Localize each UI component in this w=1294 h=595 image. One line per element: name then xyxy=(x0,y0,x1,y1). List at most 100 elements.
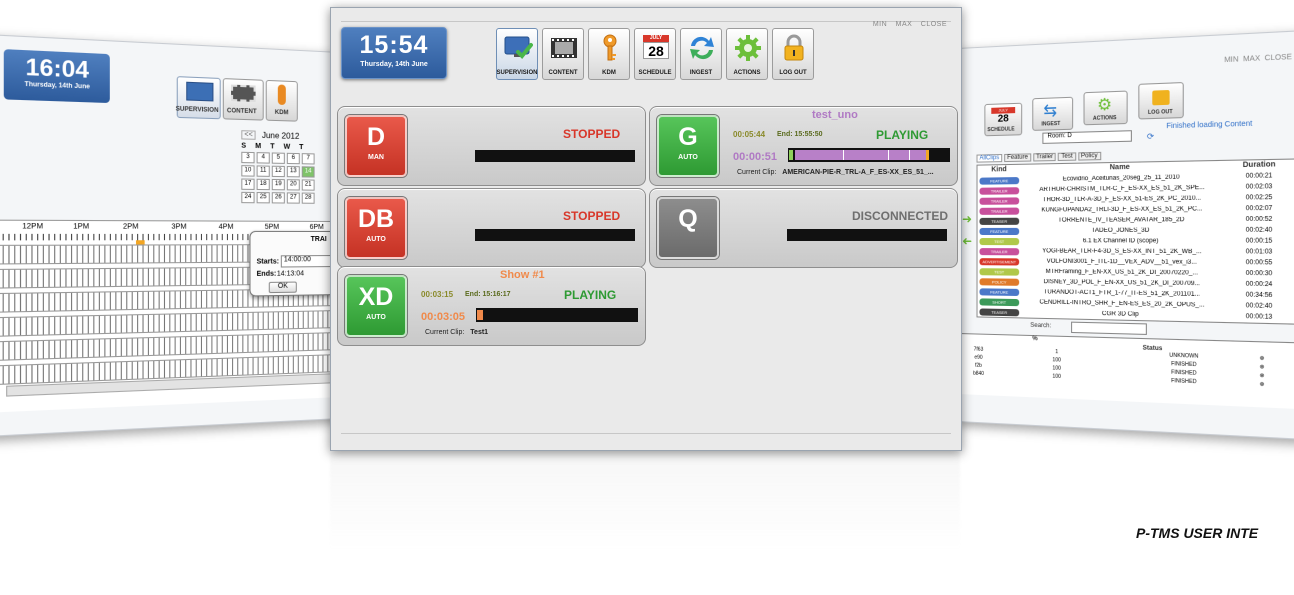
calendar-day[interactable]: 12 xyxy=(271,165,285,178)
clip-kind-badge: TEASER xyxy=(979,307,1020,316)
logout-button[interactable]: LOG OUT xyxy=(772,28,814,80)
schedule-content-label: CONTENT xyxy=(226,108,257,116)
key-icon xyxy=(595,34,623,61)
clip-row[interactable]: FEATURE TADEO_JONES_3D 00:02:40 xyxy=(979,225,1294,236)
content-ingest-label: INGEST xyxy=(1041,120,1061,128)
schedule-content-button[interactable]: CONTENT xyxy=(222,78,264,121)
clip-row[interactable]: TEASER TORRENTE_IV_TEASER_AVATAR_185_2D 00… xyxy=(979,214,1294,226)
content-tab[interactable]: Feature xyxy=(1004,153,1031,163)
schedule-screen: 16:04 Thursday, 14th June SUPERVISION CO… xyxy=(0,34,340,437)
ingest-id: b840 xyxy=(973,370,984,378)
kdm-button[interactable]: KDM xyxy=(588,28,630,80)
progress-bar xyxy=(475,150,635,162)
screen-panel-xd[interactable]: XD AUTO Show #1 00:03:15 End: 15:16:17 P… xyxy=(337,266,646,346)
calendar-day[interactable]: 21 xyxy=(301,179,315,191)
key-icon xyxy=(277,84,286,106)
ends-value: 14:13:04 xyxy=(276,270,304,278)
calendar-day[interactable]: 26 xyxy=(271,192,285,204)
playhead-marker xyxy=(926,150,929,160)
refresh-icon[interactable]: ⟳ xyxy=(1147,132,1154,142)
screen-panel-g[interactable]: G AUTO test_uno 00:05:44 End: 15:55:50 P… xyxy=(649,106,958,186)
screen-badge: Q xyxy=(657,197,719,259)
screen-mode: AUTO xyxy=(366,236,386,243)
calendar-day[interactable]: 18 xyxy=(256,178,270,191)
calendar-prev-button[interactable]: << xyxy=(241,130,256,140)
content-tab[interactable]: AllClips xyxy=(976,154,1003,163)
content-tab[interactable]: Policy xyxy=(1077,151,1101,161)
screen-badge: D MAN xyxy=(345,115,407,177)
close-button[interactable]: CLOSE xyxy=(1265,54,1292,63)
screen-badge: G AUTO xyxy=(657,115,719,177)
content-schedule-button[interactable]: JULY 28 SCHEDULE xyxy=(984,102,1023,137)
calendar-day[interactable]: 28 xyxy=(301,192,315,204)
timeline-lanes xyxy=(0,221,340,385)
calendar-day[interactable]: 5 xyxy=(271,152,285,164)
supervision-button[interactable]: SUPERVISION xyxy=(496,28,538,80)
starts-input[interactable]: 14:00:00 xyxy=(280,255,335,268)
content-button[interactable]: CONTENT xyxy=(542,28,584,80)
schedule-kdm-button[interactable]: KDM xyxy=(265,79,298,122)
min-button[interactable]: MIN xyxy=(1224,56,1238,64)
calendar-day[interactable]: 13 xyxy=(286,165,300,178)
clip-duration: 00:01:03 xyxy=(1245,249,1273,256)
screen-panel-q[interactable]: Q DISCONNECTED xyxy=(649,188,958,268)
content-logout-button[interactable]: LOG OUT xyxy=(1138,81,1184,120)
elapsed-time: 00:03:15 xyxy=(421,290,454,299)
dialog-ok-button[interactable]: OK xyxy=(268,281,297,294)
current-clip-label: Current Clip: xyxy=(737,169,777,176)
calendar-day[interactable]: 19 xyxy=(271,178,285,191)
progress-fill xyxy=(477,310,483,320)
timeline-hour-label: 12PM xyxy=(22,222,44,231)
screen-panel-d[interactable]: D MAN STOPPED xyxy=(337,106,646,186)
delete-icon[interactable]: ⊗ xyxy=(1251,381,1274,391)
calendar-weeks: 3 4 5 6 7 10 11 12 13 14 17 18 19 20 21 24 25 26 27 28 xyxy=(241,151,340,204)
calendar-day[interactable]: 25 xyxy=(256,192,270,204)
screen-letter: Q xyxy=(678,205,698,233)
close-button[interactable]: CLOSE xyxy=(921,21,947,28)
current-clip-label: Current Clip: xyxy=(425,329,465,336)
content-ingest-button[interactable]: ⇆ INGEST xyxy=(1032,96,1074,131)
lock-icon xyxy=(779,34,807,61)
calendar-day[interactable]: 10 xyxy=(241,165,255,177)
min-button[interactable]: MIN xyxy=(873,21,887,28)
screen-mode: MAN xyxy=(368,154,384,161)
calendar-day[interactable]: 7 xyxy=(301,153,315,165)
content-window-controls: MIN MAX CLOSE xyxy=(1224,54,1292,65)
progress-bar xyxy=(475,229,635,241)
calendar-day[interactable]: 4 xyxy=(256,152,270,164)
calendar-day[interactable]: 17 xyxy=(241,178,255,190)
search-input[interactable] xyxy=(1071,321,1147,335)
calendar-day[interactable]: 20 xyxy=(286,179,300,191)
schedule-button[interactable]: JULY 28 SCHEDULE xyxy=(634,28,676,80)
clip-rows: FEATURE Ecovidrio_Aceitunas_20seg_25_11_2… xyxy=(979,170,1294,323)
clip-name: Ecovidrio_Aceitunas_20seg_25_11_2010 xyxy=(1062,174,1180,183)
content-tab[interactable]: Test xyxy=(1058,152,1076,162)
clip-name: ARTHUR-CHRISTM_TLR-C_F_ES-XX_ES_51_2K_SP… xyxy=(1039,184,1205,194)
max-button[interactable]: MAX xyxy=(896,21,913,28)
calendar-day[interactable]: 24 xyxy=(241,191,255,204)
calendar-day[interactable]: 3 xyxy=(241,151,255,164)
status-text: PLAYING xyxy=(564,288,617,302)
gear-icon: ⚙ xyxy=(1097,96,1113,115)
schedule-supervision-button[interactable]: SUPERVISION xyxy=(176,76,221,120)
content-actions-button[interactable]: ⚙ ACTIONS xyxy=(1083,90,1128,126)
ingest-button[interactable]: INGEST xyxy=(680,28,722,80)
max-button[interactable]: MAX xyxy=(1243,55,1260,63)
content-tab[interactable]: Trailer xyxy=(1032,152,1057,162)
clip-duration: 00:02:25 xyxy=(1245,194,1273,202)
content-tabs: AllClips Feature Trailer Test Policy xyxy=(976,151,1101,163)
clip-progress-track xyxy=(788,148,950,162)
calendar-day[interactable]: 11 xyxy=(256,165,270,177)
calendar-day[interactable]: 27 xyxy=(286,192,300,204)
screen-panel-db[interactable]: DB AUTO STOPPED xyxy=(337,188,646,268)
room-select[interactable]: Room: D xyxy=(1042,130,1132,144)
clip-table: Kind Name Duration FEATURE Ecovidrio_Acei… xyxy=(976,158,1294,325)
segment-divider xyxy=(888,150,889,160)
calendar-week: 34567 xyxy=(241,151,340,165)
calendar-day[interactable]: 14 xyxy=(301,166,315,178)
actions-button[interactable]: ACTIONS xyxy=(726,28,768,80)
current-clip-name: Test1 xyxy=(470,329,489,336)
calendar-day[interactable]: 6 xyxy=(286,152,300,165)
clip-duration: 00:02:40 xyxy=(1245,227,1273,234)
col-name: Name xyxy=(1109,163,1130,172)
